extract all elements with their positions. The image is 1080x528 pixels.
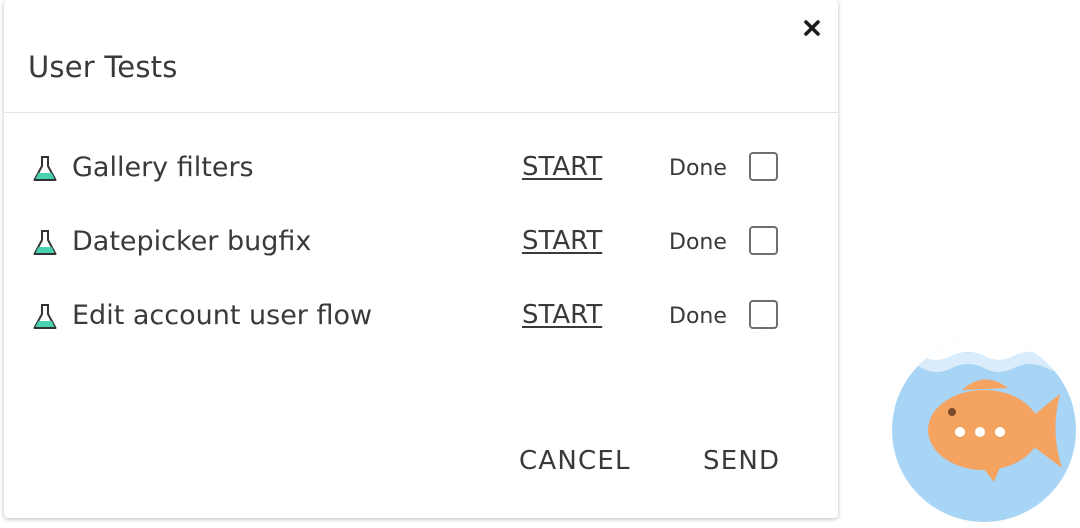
test-row: Gallery filters START Done <box>4 143 838 193</box>
done-label: Done <box>669 230 727 255</box>
test-name: Datepicker bugfix <box>72 226 312 257</box>
chat-launcher-button[interactable] <box>890 336 1078 524</box>
done-checkbox[interactable] <box>749 300 778 329</box>
user-tests-dialog: User Tests Gallery filters START Done Da… <box>4 0 838 518</box>
send-button[interactable]: SEND <box>703 446 780 476</box>
done-label: Done <box>669 304 727 329</box>
flask-icon <box>33 304 57 329</box>
start-link[interactable]: START <box>522 226 602 256</box>
test-name: Edit account user flow <box>72 300 373 331</box>
cancel-button[interactable]: CANCEL <box>519 446 631 476</box>
test-row: Datepicker bugfix START Done <box>4 217 838 267</box>
flask-icon <box>33 156 57 181</box>
dialog-title: User Tests <box>28 50 178 84</box>
start-link[interactable]: START <box>522 152 602 182</box>
done-checkbox[interactable] <box>749 152 778 181</box>
start-link[interactable]: START <box>522 300 602 330</box>
test-row: Edit account user flow START Done <box>4 291 838 341</box>
close-button[interactable] <box>800 16 824 40</box>
fish-chat-icon <box>892 338 1076 522</box>
test-name: Gallery filters <box>72 152 254 183</box>
dialog-header: User Tests <box>4 0 838 113</box>
flask-icon <box>33 230 57 255</box>
close-icon <box>804 20 820 36</box>
done-checkbox[interactable] <box>749 226 778 255</box>
done-label: Done <box>669 156 727 181</box>
